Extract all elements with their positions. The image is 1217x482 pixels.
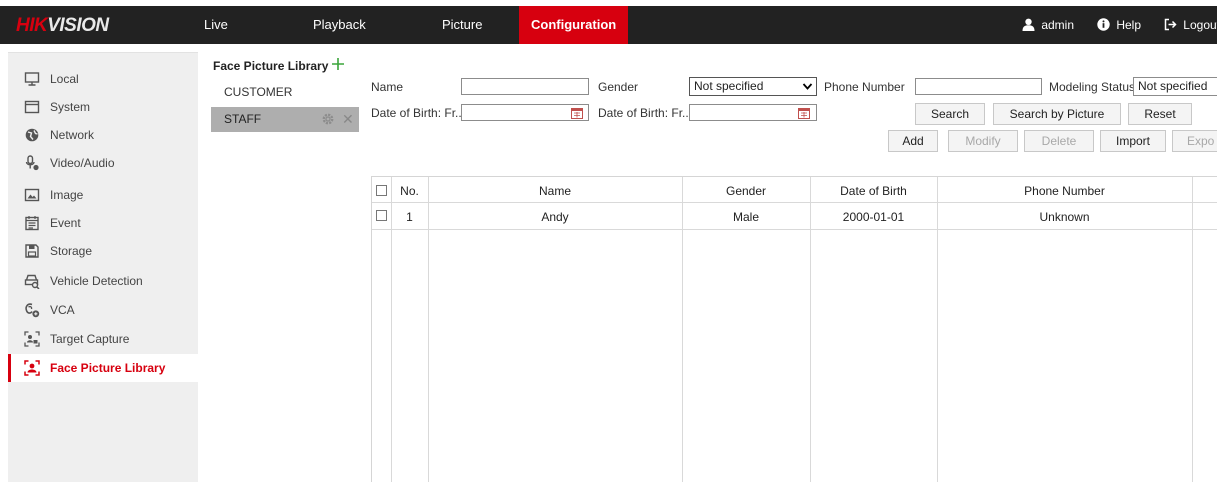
import-button[interactable]: Import [1100, 130, 1166, 152]
reset-button[interactable]: Reset [1128, 103, 1192, 125]
face-table: No. Name Gender Date of Birth Phone Numb… [371, 176, 1217, 482]
help-link[interactable]: Help [1097, 6, 1141, 44]
sidebar-item-label: Storage [50, 244, 93, 258]
name-input[interactable] [461, 78, 589, 95]
sidebar-item-storage[interactable]: Storage [8, 237, 198, 265]
phone-number-input[interactable] [915, 78, 1042, 95]
sidebar-item-network[interactable]: Network [8, 121, 198, 149]
sidebar-item-label: Face Picture Library [50, 361, 166, 375]
sidebar-item-label: Local [50, 72, 79, 86]
help-label: Help [1116, 18, 1141, 32]
top-bar: HIKVISION Live View Playback Picture Con… [0, 6, 1217, 70]
library-title: Face Picture Library [213, 59, 329, 73]
user-menu[interactable]: admin [1022, 6, 1074, 44]
gender-select-value: Not specified [694, 79, 764, 93]
export-button[interactable]: Expo [1172, 130, 1217, 152]
gender-label: Gender [598, 80, 639, 94]
header-phone-number[interactable]: Phone Number [937, 184, 1192, 198]
cell-no: 1 [406, 210, 413, 224]
face-icon [24, 360, 40, 376]
add-button[interactable]: Add [888, 130, 938, 152]
config-sidebar: Local System Network Video/Audio Image E… [8, 52, 198, 482]
name-label: Name [371, 80, 404, 94]
cell-date-of-birth: 2000-01-01 [842, 210, 905, 224]
header-date-of-birth[interactable]: Date of Birth [810, 184, 937, 198]
sidebar-item-label: Image [50, 188, 84, 202]
vca-icon [25, 303, 40, 318]
sidebar-item-label: Video/Audio [50, 156, 115, 170]
select-all-checkbox[interactable] [376, 185, 387, 196]
calendar-icon [25, 216, 39, 231]
target-capture-icon [24, 331, 40, 347]
header-name[interactable]: Name [428, 184, 682, 198]
globe-icon [25, 128, 39, 142]
nav-playback[interactable]: Playback [313, 6, 366, 44]
dob-from-input[interactable] [461, 104, 589, 121]
logo-white-text: VISION [47, 15, 109, 36]
nav-configuration[interactable]: Configuration [519, 6, 629, 44]
close-icon[interactable]: ✕ [342, 107, 354, 132]
library-item-label: STAFF [224, 112, 262, 126]
image-icon [24, 188, 40, 202]
sidebar-item-image[interactable]: Image [8, 181, 198, 209]
library-item-label: CUSTOMER [224, 85, 293, 99]
sidebar-item-label: VCA [50, 303, 75, 317]
header-no[interactable]: No. [391, 184, 428, 198]
modeling-status-select[interactable]: Not specified [1133, 77, 1217, 96]
logout-icon [1165, 19, 1177, 31]
modeling-status-label: Modeling Status [1049, 80, 1136, 94]
sidebar-item-target-capture[interactable]: Target Capture [8, 325, 198, 353]
cell-gender: Male [732, 210, 759, 224]
vehicle-icon [24, 274, 40, 289]
logo-red-text: HIK [16, 15, 48, 36]
dob-from-label: Date of Birth: Fr... [371, 106, 466, 120]
sidebar-item-event[interactable]: Event [8, 209, 198, 237]
microphone-icon [25, 155, 39, 171]
hikvision-logo: HIKVISION [16, 15, 146, 36]
gear-icon[interactable] [321, 112, 335, 126]
delete-button[interactable]: Delete [1024, 130, 1094, 152]
header-gender[interactable]: Gender [682, 184, 810, 198]
add-library-plus-icon[interactable] [331, 57, 345, 71]
logout-label: Logout [1183, 18, 1217, 32]
monitor-icon [24, 72, 40, 86]
storage-icon [25, 244, 39, 258]
sidebar-item-vca[interactable]: VCA [8, 296, 198, 324]
sidebar-item-label: Event [50, 216, 81, 230]
sidebar-item-face-picture-library[interactable]: Face Picture Library [8, 354, 198, 382]
search-by-picture-button[interactable]: Search by Picture [993, 103, 1121, 125]
sidebar-item-local[interactable]: Local [8, 65, 198, 93]
sidebar-item-label: Vehicle Detection [50, 274, 143, 288]
sidebar-item-vehicle-detection[interactable]: Vehicle Detection [8, 267, 198, 295]
sidebar-item-label: Network [50, 128, 95, 142]
cell-phone-number: Unknown [1039, 210, 1090, 224]
sidebar-item-video-audio[interactable]: Video/Audio [8, 149, 198, 177]
gender-select[interactable]: Not specified [689, 77, 817, 96]
sidebar-item-label: Target Capture [50, 332, 130, 346]
nav-live-view[interactable]: Live View [204, 6, 232, 70]
help-icon [1097, 18, 1111, 32]
username: admin [1041, 18, 1074, 32]
search-button[interactable]: Search [915, 103, 985, 125]
phone-number-label: Phone Number [824, 80, 905, 94]
dob-to-label: Date of Birth: Fr... [598, 106, 693, 120]
user-icon [1022, 18, 1035, 32]
chevron-down-icon [802, 83, 813, 90]
modify-button[interactable]: Modify [948, 130, 1018, 152]
calendar-picker-icon[interactable] [571, 107, 583, 119]
sidebar-item-system[interactable]: System [8, 93, 198, 121]
sidebar-item-label: System [50, 100, 91, 114]
library-item-customer[interactable]: CUSTOMER [211, 80, 359, 105]
row-checkbox[interactable] [376, 210, 387, 221]
modeling-status-value: Not specified [1138, 79, 1208, 93]
nav-picture[interactable]: Picture [442, 6, 482, 44]
calendar-picker-icon[interactable] [798, 107, 810, 119]
logout-link[interactable]: Logout [1164, 6, 1217, 44]
library-item-staff[interactable]: STAFF ✕ [211, 107, 359, 132]
cell-name: Andy [541, 210, 569, 224]
system-icon [24, 100, 40, 114]
